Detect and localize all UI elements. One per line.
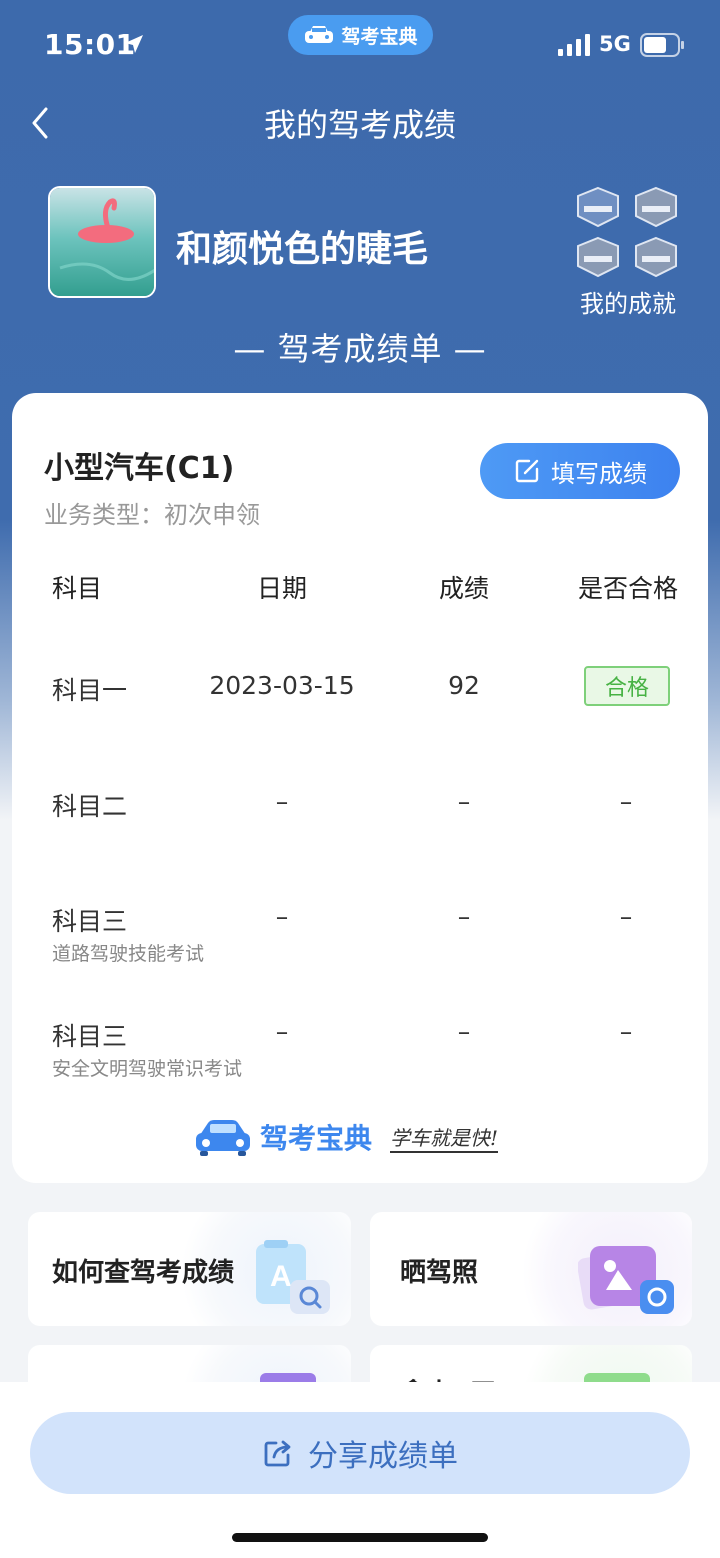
row-score: –: [457, 1017, 471, 1046]
header-pass: 是否合格: [577, 574, 678, 603]
photo-icon: [578, 1246, 674, 1314]
search-doc-icon: A: [256, 1240, 330, 1314]
row-date: 2023-03-15: [209, 671, 355, 700]
fill-score-label: 填写成绩: [551, 459, 647, 488]
share-score-button[interactable]: 分享成绩单: [30, 1412, 690, 1494]
row-result: –: [619, 1017, 633, 1046]
home-indicator[interactable]: [232, 1533, 488, 1542]
edit-icon: [515, 459, 539, 483]
svg-text:A: A: [270, 1260, 292, 1293]
share-icon: [264, 1440, 291, 1467]
row-score: –: [457, 902, 471, 931]
footer-slogan: 学车就是快!: [390, 1122, 499, 1153]
header-date: 日期: [256, 574, 307, 603]
tile-check-score[interactable]: 如何查驾考成绩 A: [28, 1212, 351, 1326]
fill-score-button[interactable]: 填写成绩: [480, 443, 680, 499]
footer-brand: 驾考宝典: [260, 1122, 373, 1155]
row-date: –: [275, 787, 289, 816]
pass-badge: 合格: [584, 666, 670, 706]
avatar[interactable]: [48, 186, 156, 298]
tile-show-license[interactable]: 晒驾照: [370, 1212, 692, 1326]
footer-logo: 驾考宝典 学车就是快!: [194, 1113, 534, 1161]
row-subject: 科目一: [52, 676, 128, 705]
row-score: 92: [448, 671, 480, 700]
row-subject-sub: 道路驾驶技能考试: [52, 943, 205, 965]
row-date: –: [275, 1017, 289, 1046]
location-arrow-icon: [125, 35, 143, 53]
app-pill-label: 驾考宝典: [341, 25, 418, 48]
car-logo-icon: [196, 1120, 250, 1156]
status-bar: 15:01 驾考宝典 5G: [0, 0, 720, 90]
vehicle-type: 小型汽车(C1): [44, 451, 235, 486]
row-subject: 科目三: [52, 907, 128, 936]
row-subject: 科目二: [52, 792, 128, 821]
row-result: –: [619, 902, 633, 931]
row-date: –: [275, 902, 289, 931]
avatar-image: [50, 188, 154, 296]
row-subject-sub: 安全文明驾驶常识考试: [52, 1058, 243, 1080]
share-label: 分享成绩单: [308, 1439, 458, 1474]
cellular-signal-icon: [558, 34, 590, 56]
username: 和颜悦色的睫毛: [176, 229, 429, 270]
score-card: 小型汽车(C1) 业务类型：初次申领 填写成绩 科目 日期 成绩 是否合格 科目…: [12, 393, 708, 1183]
business-type: 业务类型：初次申领: [44, 501, 260, 529]
network-type: 5G: [599, 32, 631, 56]
row-subject: 科目三: [52, 1022, 128, 1051]
app-return-pill[interactable]: 驾考宝典: [288, 15, 433, 55]
page-title: 我的驾考成绩: [263, 106, 456, 144]
car-icon: [305, 26, 334, 43]
tile-label: 如何查驾考成绩: [52, 1258, 235, 1288]
badge-icons: [577, 186, 677, 278]
achievements-label[interactable]: 我的成就: [560, 284, 696, 319]
achievement-badges[interactable]: [576, 186, 680, 282]
header-subject: 科目: [52, 574, 103, 603]
row-result: –: [619, 787, 633, 816]
row-score: –: [457, 787, 471, 816]
battery-icon: [640, 33, 684, 57]
tile-label: 晒驾照: [400, 1258, 479, 1288]
header-score: 成绩: [438, 574, 489, 603]
score-sheet-title: — 驾考成绩单 —: [233, 330, 487, 368]
